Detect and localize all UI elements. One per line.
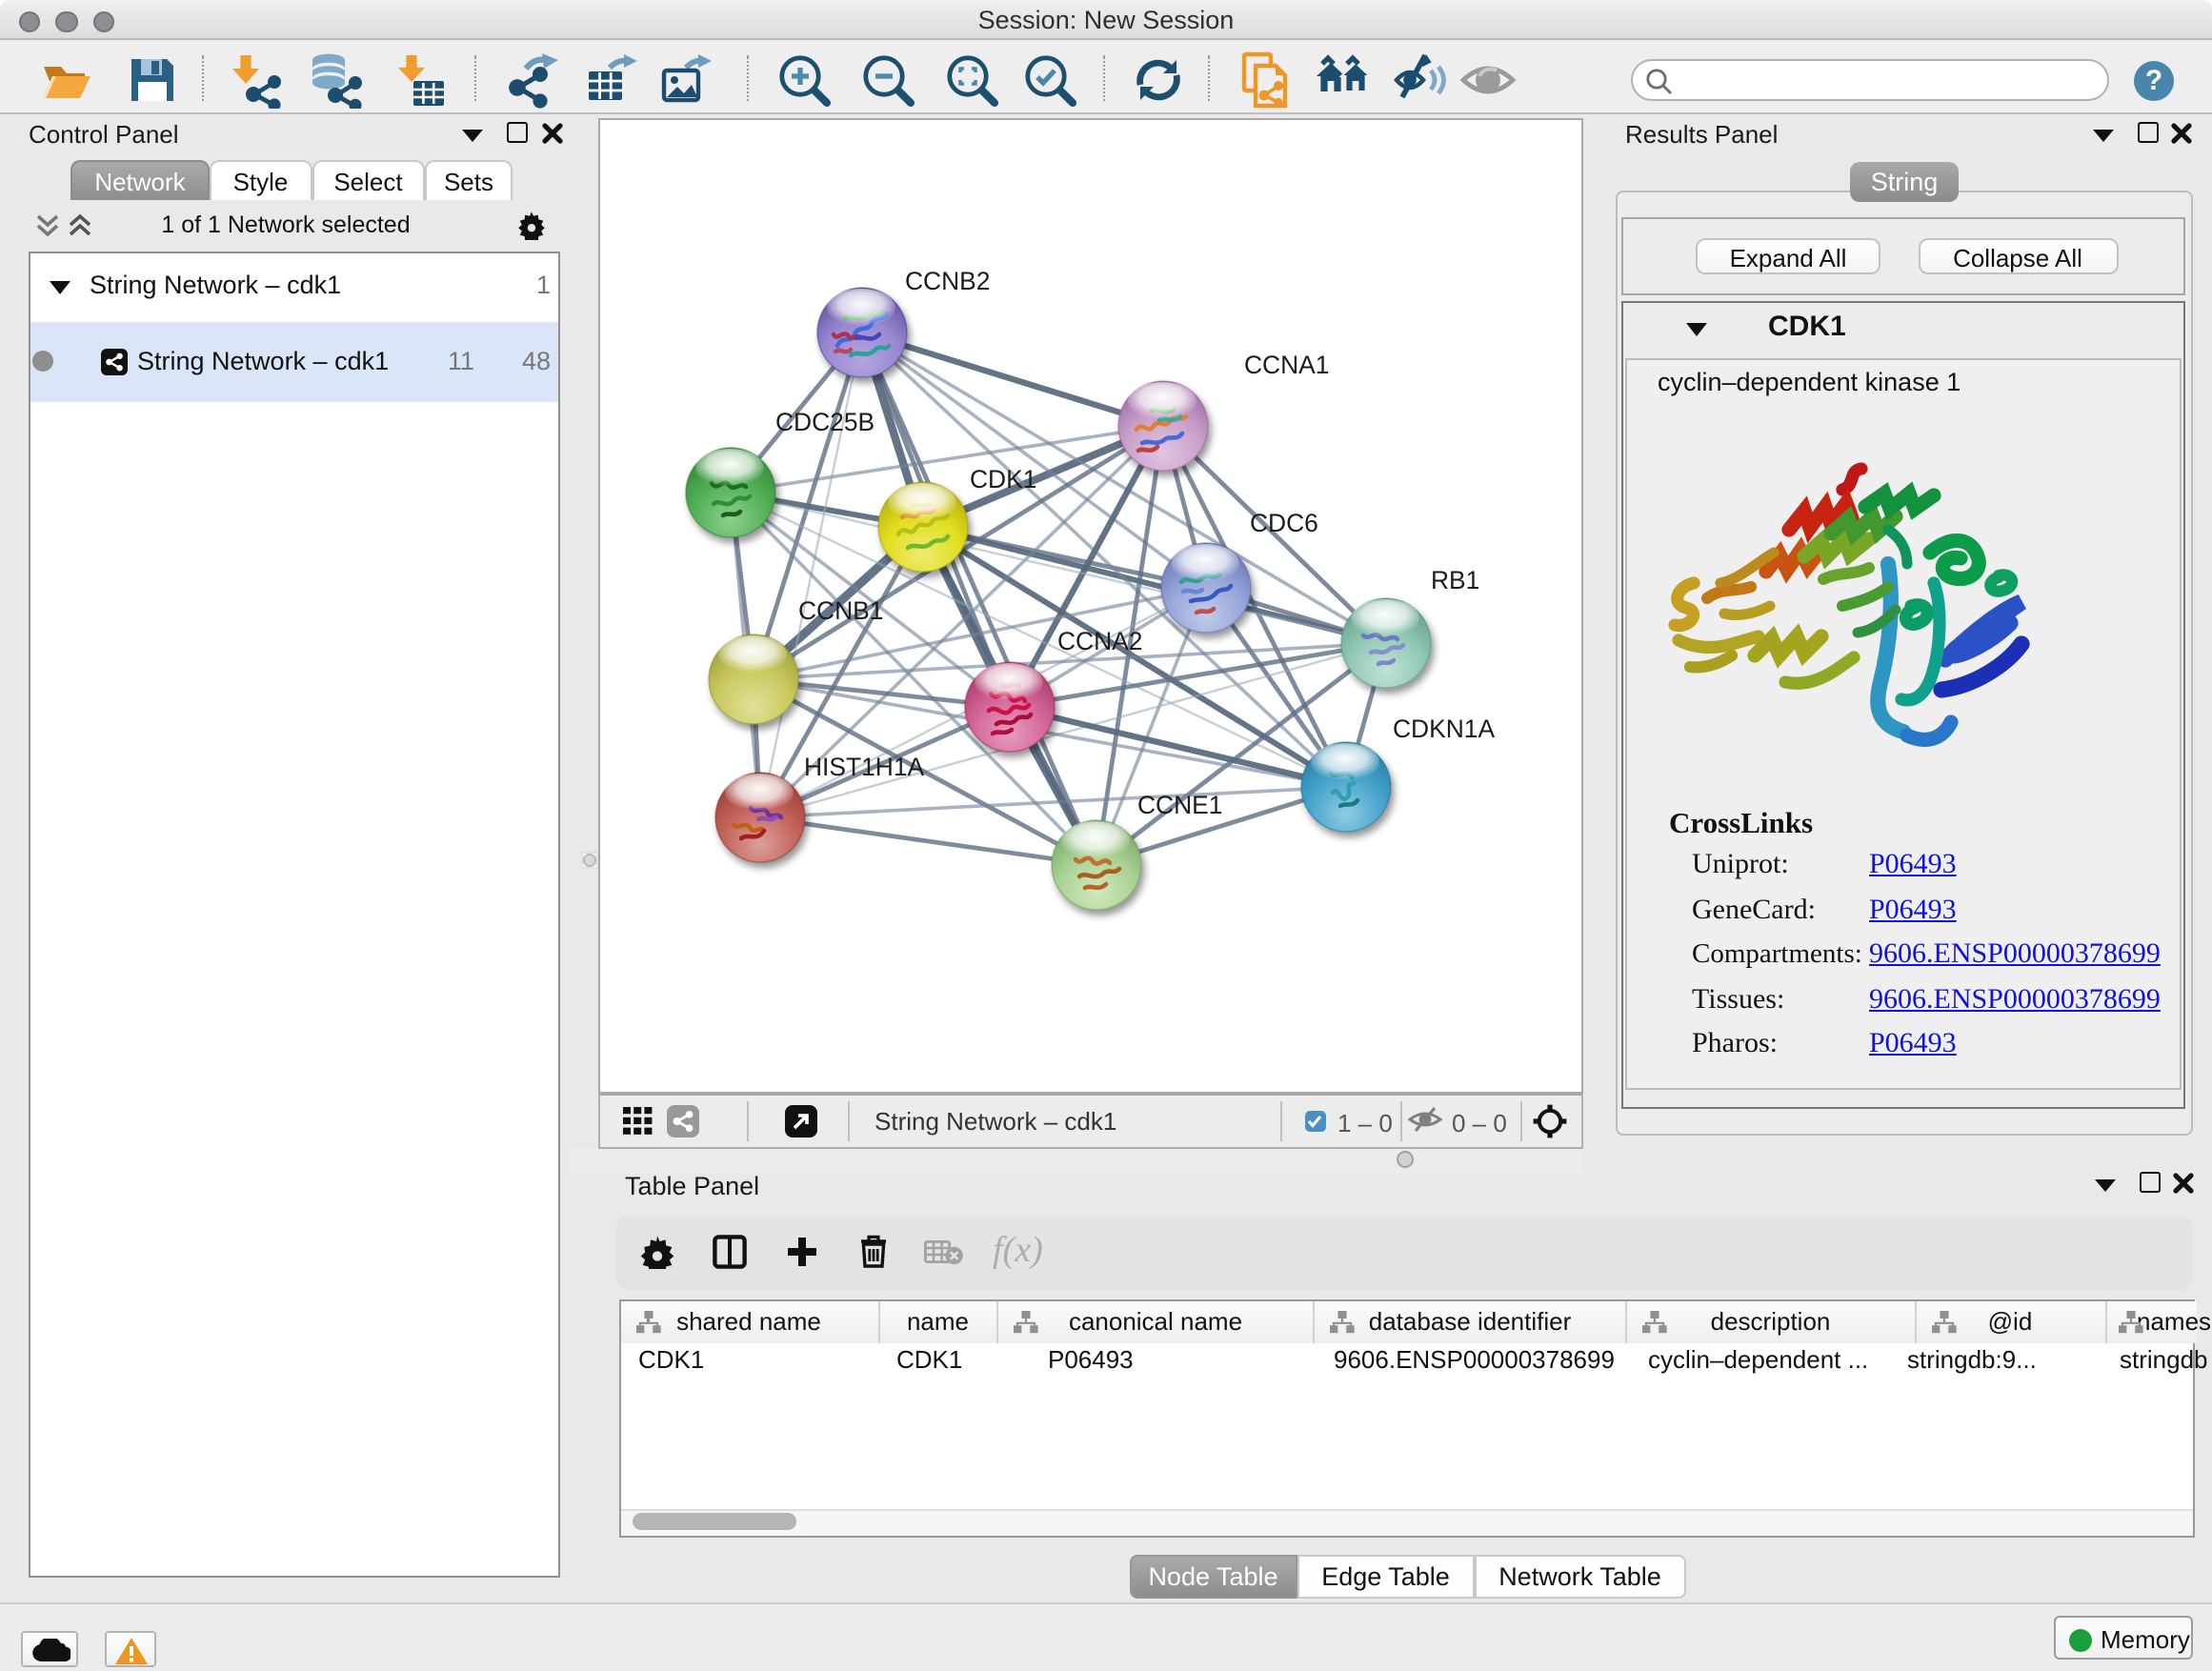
svg-text:CCNA2: CCNA2 [1057, 627, 1142, 655]
svg-text:HIST1H1A: HIST1H1A [804, 753, 925, 781]
svg-text:CCNE1: CCNE1 [1137, 791, 1222, 819]
svg-text:CDK1: CDK1 [970, 465, 1036, 493]
svg-text:CDKN1A: CDKN1A [1393, 715, 1495, 743]
svg-text:CCNB2: CCNB2 [905, 267, 990, 295]
svg-text:CCNA1: CCNA1 [1244, 351, 1329, 379]
svg-text:CDC6: CDC6 [1250, 509, 1318, 537]
svg-text:CCNB1: CCNB1 [798, 596, 883, 625]
svg-text:CDC25B: CDC25B [775, 408, 875, 436]
svg-text:RB1: RB1 [1431, 566, 1479, 594]
